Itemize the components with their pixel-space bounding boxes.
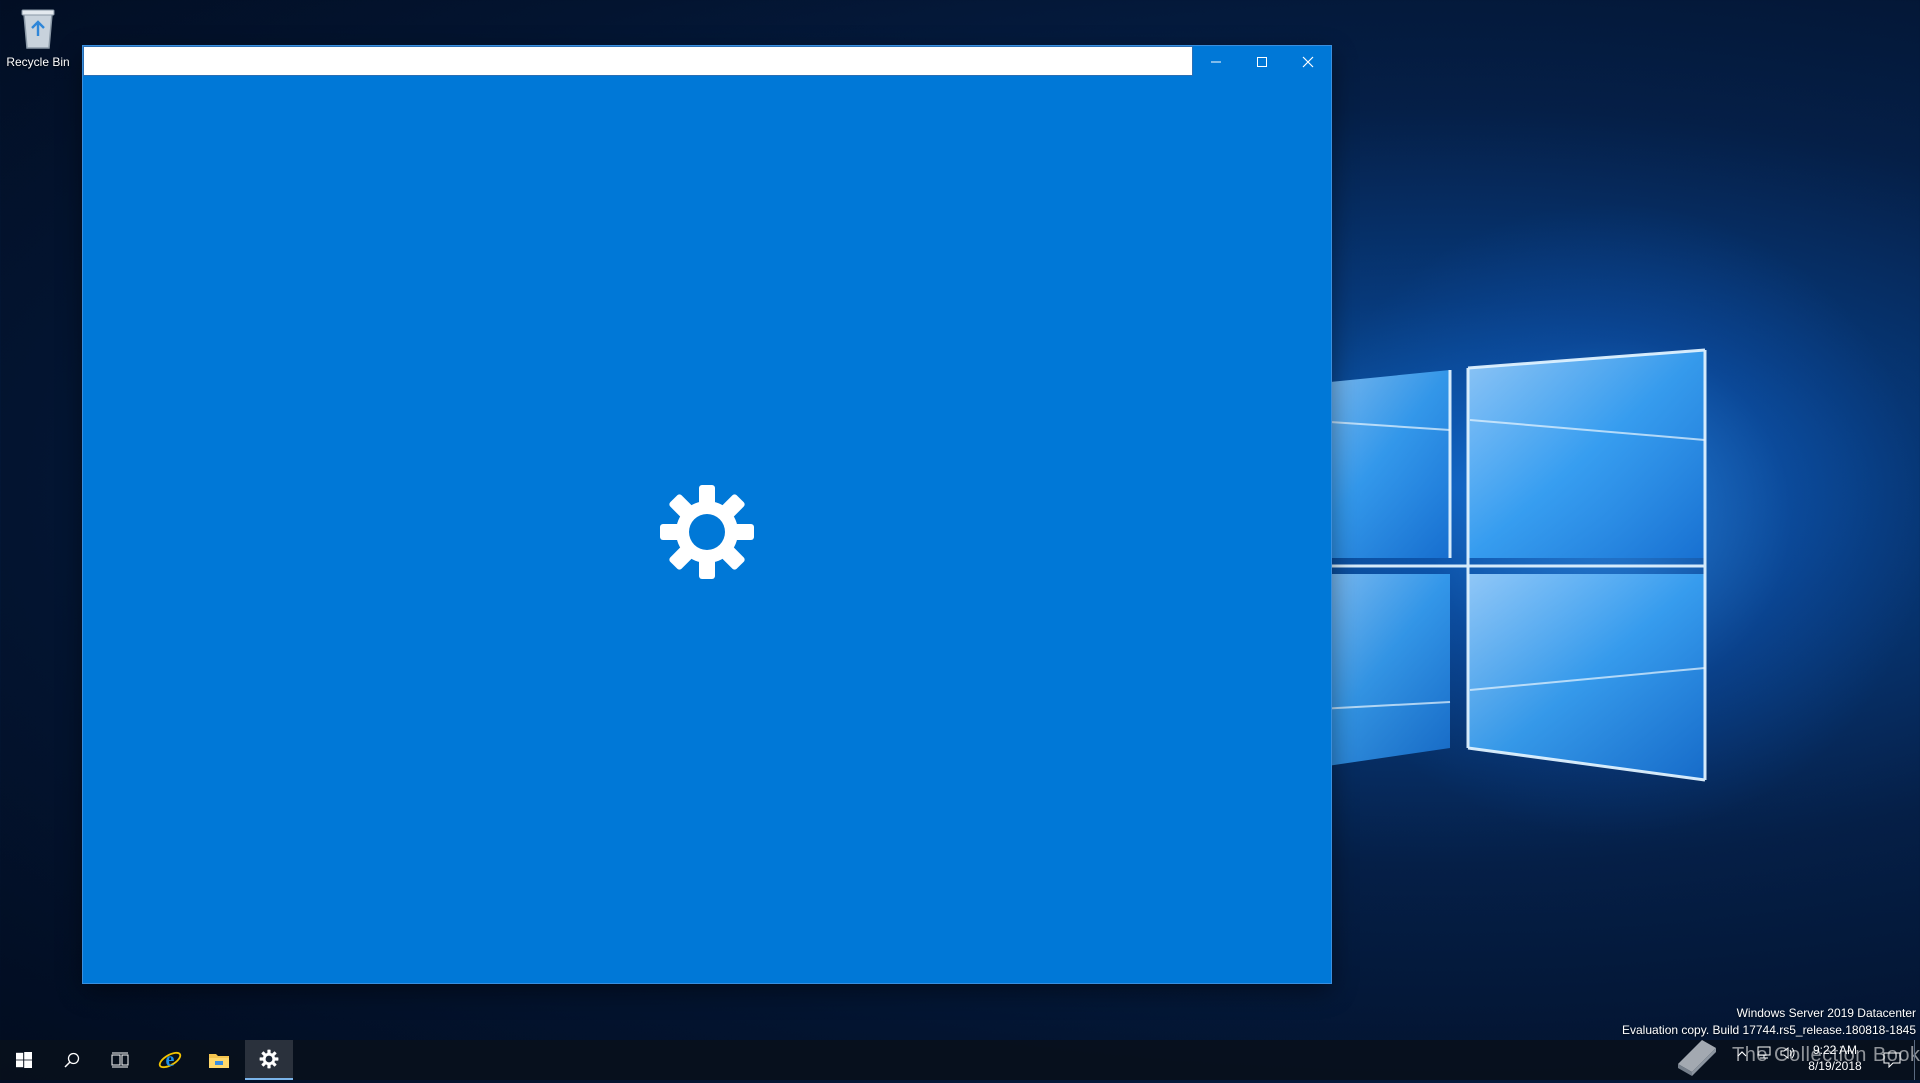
- gear-icon: [660, 485, 754, 579]
- build-text: Evaluation copy. Build 17744.rs5_release…: [1622, 1023, 1916, 1037]
- system-tray: [1736, 1046, 1796, 1065]
- windows-logo-icon: [1300, 348, 1707, 782]
- show-desktop-button[interactable]: [1914, 1040, 1920, 1080]
- maximize-icon: [1257, 57, 1267, 67]
- volume-icon[interactable]: [1780, 1046, 1796, 1065]
- taskbar: e: [0, 1040, 1920, 1080]
- settings-window[interactable]: [83, 46, 1331, 983]
- action-center-button[interactable]: [1874, 1040, 1910, 1080]
- window-title: [83, 46, 1193, 76]
- edition-text: Windows Server 2019 Datacenter: [1736, 1006, 1916, 1020]
- minimize-icon: [1211, 61, 1221, 63]
- file-explorer-button[interactable]: [195, 1040, 243, 1080]
- internet-explorer-icon: e: [158, 1049, 182, 1071]
- settings-taskbar-button[interactable]: [245, 1040, 293, 1080]
- recycle-bin-icon: [4, 6, 72, 53]
- search-button[interactable]: [48, 1040, 96, 1080]
- windows-start-icon: [16, 1052, 32, 1068]
- close-button[interactable]: [1285, 46, 1331, 78]
- task-view-button[interactable]: [96, 1040, 144, 1080]
- network-icon[interactable]: [1756, 1046, 1772, 1065]
- clock-time: 9:22 AM: [1812, 1043, 1858, 1057]
- svg-text:e: e: [166, 1049, 175, 1071]
- clock-date: 8/19/2018: [1808, 1059, 1862, 1073]
- os-watermark: Windows Server 2019 Datacenter Evaluatio…: [1622, 1005, 1916, 1039]
- clock[interactable]: 9:22 AM 8/19/2018: [1800, 1042, 1870, 1074]
- maximize-button[interactable]: [1239, 46, 1285, 78]
- recycle-bin-shortcut[interactable]: Recycle Bin: [4, 6, 72, 69]
- task-view-icon: [111, 1052, 129, 1068]
- notification-icon: [1883, 1052, 1901, 1068]
- settings-gear-icon: [259, 1049, 279, 1069]
- internet-explorer-button[interactable]: e: [146, 1040, 194, 1080]
- chevron-up-icon[interactable]: [1736, 1047, 1748, 1065]
- file-explorer-icon: [209, 1054, 229, 1068]
- search-icon: [64, 1052, 80, 1068]
- start-button[interactable]: [0, 1040, 48, 1080]
- title-bar[interactable]: [83, 46, 1331, 78]
- close-icon: [1302, 56, 1314, 68]
- book-logo-icon: [1672, 1034, 1722, 1083]
- minimize-button[interactable]: [1193, 46, 1239, 78]
- recycle-bin-label: Recycle Bin: [6, 55, 70, 69]
